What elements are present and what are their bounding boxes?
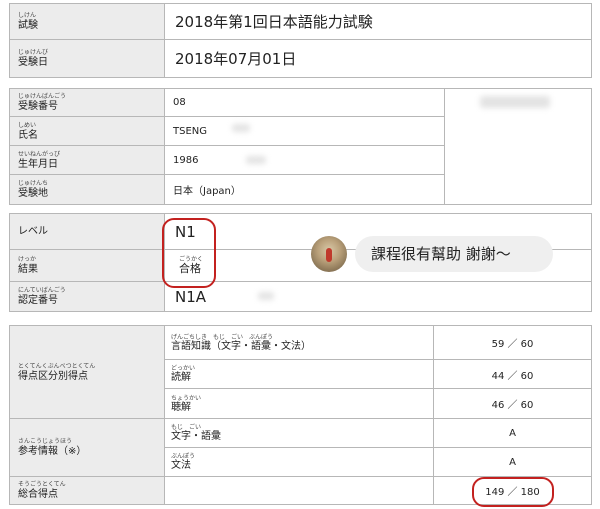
score-item-value: 44 ／ 60	[433, 359, 592, 389]
level-result-highlight	[162, 218, 216, 288]
total-empty-cell	[164, 476, 434, 505]
cert-label: 認定番号	[18, 295, 58, 306]
ref-item-label-cell: ぶんぽう 文法	[164, 447, 434, 477]
birth-label-cell: せいねんがっぴ 生年月日	[9, 145, 165, 175]
number-label-cell: じゅけんばんごう 受験番号	[9, 88, 165, 117]
place-ruby: じゅけんち	[18, 180, 49, 187]
exam-date-label: 受験日	[18, 57, 48, 68]
birth-value: 1986	[164, 145, 445, 175]
ref-item-label: 文字・語彙	[171, 431, 221, 442]
redaction-smudge	[232, 124, 250, 132]
total-score-highlight	[472, 477, 554, 507]
place-label-cell: じゅけんち 受験地	[9, 174, 165, 205]
number-ruby: じゅけんばんごう	[18, 93, 67, 100]
ref-item-ruby: ぶんぽう	[171, 453, 196, 460]
place-label: 受験地	[18, 188, 48, 199]
section-label: 得点区分別得点	[18, 370, 88, 382]
total-label-cell: そうごうとくてん 総合得点	[9, 476, 165, 505]
exam-date-ruby: じゅけんび	[18, 49, 49, 56]
birth-ruby: せいねんがっぴ	[18, 150, 61, 158]
score-item-label-cell: げんごちしき もじ ごい ぶんぽう 言語知識（文字・語彙・文法）	[164, 325, 434, 360]
exam-label: 試験	[18, 20, 38, 31]
level-label-cell: レベル	[9, 213, 165, 250]
redaction-smudge	[480, 96, 550, 108]
exam-label-ruby: しけん	[18, 12, 37, 19]
birth-label: 生年月日	[18, 158, 58, 170]
exam-date-label-cell: じゅけんび 受験日	[9, 39, 165, 78]
exam-date-value: 2018年07月01日	[164, 39, 592, 78]
ref-item-label-cell: もじ ごい 文字・語彙	[164, 418, 434, 448]
total-label: 総合得点	[18, 489, 58, 500]
score-item-label: 読解	[171, 372, 191, 383]
score-item-label: 言語知識（文字・語彙・文法）	[171, 340, 311, 352]
total-ruby: そうごうとくてん	[18, 481, 66, 488]
redaction-smudge	[258, 292, 274, 300]
ref-label: 参考情報（※）	[18, 446, 87, 457]
score-item-value: 46 ／ 60	[433, 388, 592, 419]
number-label: 受験番号	[18, 101, 58, 112]
score-item-ruby: どっかい	[171, 365, 196, 372]
exam-label-cell: しけん 試験	[9, 3, 165, 40]
score-item-ruby: ちょうかい	[171, 394, 202, 402]
redaction-smudge	[246, 156, 266, 164]
name-value: TSENG	[164, 116, 445, 146]
score-item-label-cell: どっかい 読解	[164, 359, 434, 389]
result-ruby: けっか	[18, 256, 37, 263]
place-value: 日本（Japan）	[164, 174, 445, 205]
comment-bubble: 課程很有幫助 謝謝～	[355, 236, 553, 272]
cert-value: N1A	[164, 281, 592, 312]
score-item-ruby: げんごちしき もじ ごい ぶんぽう	[171, 333, 274, 341]
result-label-cell: けっか 結果	[9, 249, 165, 282]
ref-item-value: A	[433, 418, 592, 448]
cert-ruby: にんていばんごう	[18, 287, 66, 294]
score-item-label: 聴解	[171, 401, 191, 413]
exam-table: しけん 試験 2018年第1回日本語能力試験 じゅけんび 受験日 2018年07…	[9, 3, 592, 78]
commenter-avatar	[311, 236, 347, 272]
result-label: 結果	[18, 264, 38, 275]
score-item-label-cell: ちょうかい 聴解	[164, 388, 434, 419]
section-ruby: とくてんくぶんべつとくてん	[18, 362, 96, 370]
ref-item-label: 文法	[171, 460, 191, 471]
level-label: レベル	[18, 226, 48, 237]
name-label-cell: しめい 氏名	[9, 116, 165, 146]
section-label-cell: とくてんくぶんべつとくてん 得点区分別得点	[9, 325, 165, 419]
ref-item-value: A	[433, 447, 592, 477]
ref-item-ruby: もじ ごい	[171, 424, 202, 431]
ref-ruby: さんこうじょうほう	[18, 438, 73, 445]
ref-label-cell: さんこうじょうほう 参考情報（※）	[9, 418, 165, 477]
name-ruby: しめい	[18, 121, 37, 129]
name-label: 氏名	[18, 129, 38, 141]
exam-value: 2018年第1回日本語能力試験	[164, 3, 592, 40]
number-value: 08	[164, 88, 445, 117]
cert-label-cell: にんていばんごう 認定番号	[9, 281, 165, 312]
score-item-value: 59 ／ 60	[433, 325, 592, 360]
